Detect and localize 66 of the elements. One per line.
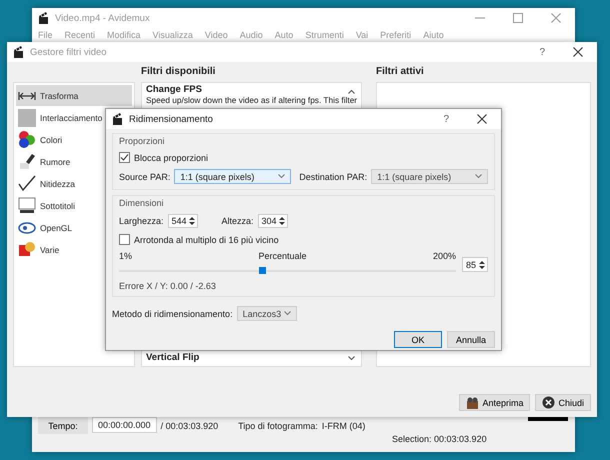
window-title: Gestore filtri video [30, 46, 107, 58]
scroll-up-icon[interactable] [348, 89, 355, 94]
close-icon[interactable] [573, 47, 583, 57]
caret-icon [474, 174, 482, 179]
resize-arrows-icon [18, 90, 36, 100]
caret-icon [278, 174, 286, 179]
help-button[interactable]: ? [443, 114, 449, 124]
checkbox[interactable]: Blocca proporzioni [119, 152, 488, 163]
method-dropdown[interactable]: Lanczos3 [236, 306, 297, 321]
misc-shapes-icon [18, 241, 36, 258]
column-header: Filtri disponibili [141, 66, 216, 79]
cancel-button[interactable]: Annulla [447, 331, 495, 348]
width-spinbox[interactable]: 544 [168, 214, 198, 228]
clapperboard-icon [112, 112, 123, 126]
scroll-down-icon[interactable] [348, 356, 355, 361]
checkmark-icon [120, 153, 129, 162]
eraser-icon [18, 153, 36, 170]
subtitle-screen-icon [18, 197, 36, 214]
field-label: Larghezza: [119, 216, 164, 226]
filter-description: Speed up/slow down the video as if altering fps. This filter [146, 95, 358, 106]
frame-type-label: Tipo di fotogramma: [238, 421, 318, 431]
field-label: Altezza: [222, 216, 254, 226]
time-button[interactable]: Tempo: [38, 417, 88, 434]
ok-button[interactable]: OK [394, 331, 442, 348]
duration-text: / 00:03:03.920 [160, 421, 218, 431]
spin-arrows-icon[interactable] [278, 216, 285, 226]
source-par-dropdown[interactable]: 1:1 (square pixels) [174, 169, 292, 184]
filter-name: Change FPS [146, 84, 203, 95]
maximize-icon[interactable] [513, 13, 523, 23]
error-text: Errore X / Y: 0.00 / -2.63 [119, 281, 217, 291]
color-balls-icon [18, 131, 36, 148]
filter-item[interactable]: Vertical Flip [142, 351, 361, 366]
preview-button[interactable]: Anteprima [459, 394, 530, 411]
field-label: Metodo di ridimensionamento: [112, 308, 233, 318]
group-title: Proporzioni [119, 136, 166, 146]
field-label: Destination PAR: [299, 172, 368, 182]
frame-type-value: I-FRM (04) [322, 421, 366, 431]
height-spinbox[interactable]: 304 [258, 214, 288, 228]
spin-arrows-icon[interactable] [479, 260, 485, 270]
slider-handle[interactable] [259, 267, 266, 274]
percent-spinbox[interactable]: 85 [462, 257, 488, 272]
field-label: Source PAR: [119, 172, 170, 182]
filter-name: Vertical Flip [146, 352, 200, 363]
dialog-title: Ridimensionamento [129, 114, 213, 124]
close-icon[interactable] [477, 114, 487, 124]
opengl-icon [18, 222, 36, 234]
film-icon [466, 396, 480, 408]
clapperboard-icon [13, 46, 24, 58]
group-title: Dimensioni [119, 198, 165, 208]
time-field[interactable]: 00:00:00.000 [92, 417, 157, 433]
slider-label: Percentuale [258, 251, 307, 261]
caret-icon [284, 311, 291, 316]
clapperboard-icon [38, 12, 49, 24]
checkbox[interactable]: Arrotonda al multiplo di 16 più vicino [119, 234, 488, 245]
window-title: Video.mp4 - Avidemux [55, 12, 150, 24]
blank-tile-icon [18, 108, 36, 126]
category-item[interactable]: Trasforma [16, 85, 132, 106]
help-button[interactable]: ? [539, 46, 545, 58]
close-button[interactable]: Chiudi [535, 394, 591, 411]
selection-text: Selection: 00:03:03.920 [392, 434, 487, 444]
filter-item[interactable]: Change FPS Speed up/slow down the video as if altering fps. This filter [142, 83, 361, 109]
max-label: 200% [432, 251, 456, 261]
spin-arrows-icon[interactable] [188, 216, 195, 226]
min-label: 1% [119, 251, 132, 261]
column-header: Filtri attivi [376, 66, 425, 79]
close-icon [542, 396, 556, 409]
